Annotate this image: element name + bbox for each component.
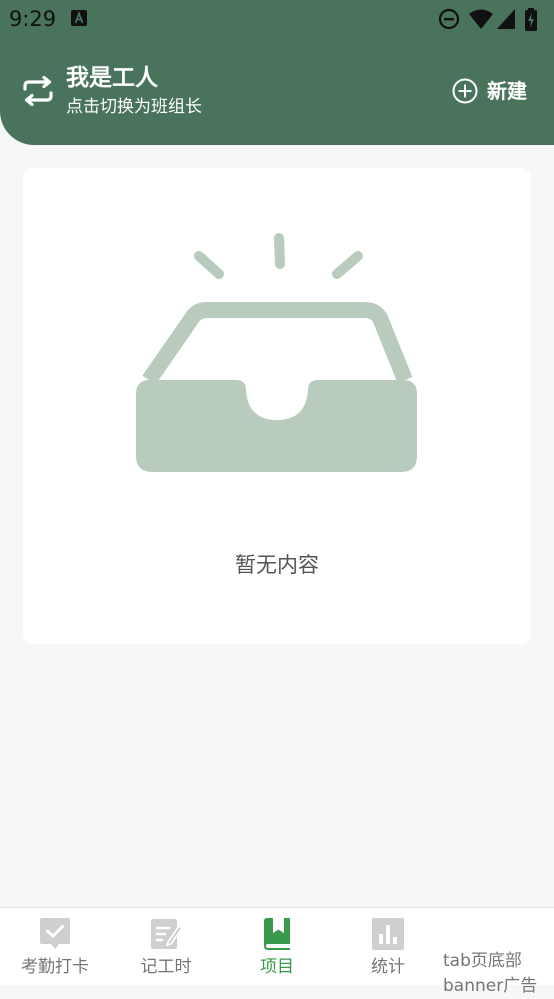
wifi-icon xyxy=(469,9,493,29)
empty-message: 暂无内容 xyxy=(235,553,319,577)
empty-inbox-tray-icon xyxy=(136,233,417,472)
app-header: 9:29 我是工人 点击切换为班组长 新建 xyxy=(0,0,554,145)
swap-arrows-icon[interactable] xyxy=(20,76,56,106)
tab-label: 项目 xyxy=(260,957,294,977)
tab-projects[interactable]: 项目 xyxy=(222,908,332,985)
status-icons xyxy=(438,8,548,31)
role-switch-hint[interactable]: 点击切换为班组长 xyxy=(66,95,202,119)
tab-label: 统计 xyxy=(371,957,405,977)
status-bar: 9:29 xyxy=(0,0,554,38)
tab-attendance[interactable]: 考勤打卡 xyxy=(0,908,110,985)
new-button-label: 新建 xyxy=(487,79,527,103)
app-a-icon xyxy=(71,10,87,26)
empty-state-card: 暂无内容 xyxy=(23,168,531,644)
clock-in-check-icon xyxy=(40,918,70,949)
bottom-tab-bar: 考勤打卡 记工时 项目 统计 tab页底部banner广告 xyxy=(0,907,554,996)
banner-ad-placeholder[interactable]: tab页底部banner广告 xyxy=(443,949,543,999)
bar-chart-icon xyxy=(372,918,404,950)
tab-label: 记工时 xyxy=(140,957,192,977)
role-title[interactable]: 我是工人 xyxy=(66,63,158,93)
tab-label: 考勤打卡 xyxy=(21,957,89,977)
tab-work-hours[interactable]: 记工时 xyxy=(111,908,221,985)
new-button[interactable]: 新建 xyxy=(452,75,536,107)
status-time: 9:29 xyxy=(9,7,57,31)
tab-statistics[interactable]: 统计 xyxy=(333,908,443,985)
edit-note-icon xyxy=(151,919,183,949)
do-not-disturb-icon xyxy=(438,8,460,30)
bookmark-book-icon xyxy=(264,918,290,950)
cellular-signal-icon xyxy=(497,9,515,29)
plus-circle-icon xyxy=(452,78,478,104)
battery-charging-icon xyxy=(525,8,537,31)
